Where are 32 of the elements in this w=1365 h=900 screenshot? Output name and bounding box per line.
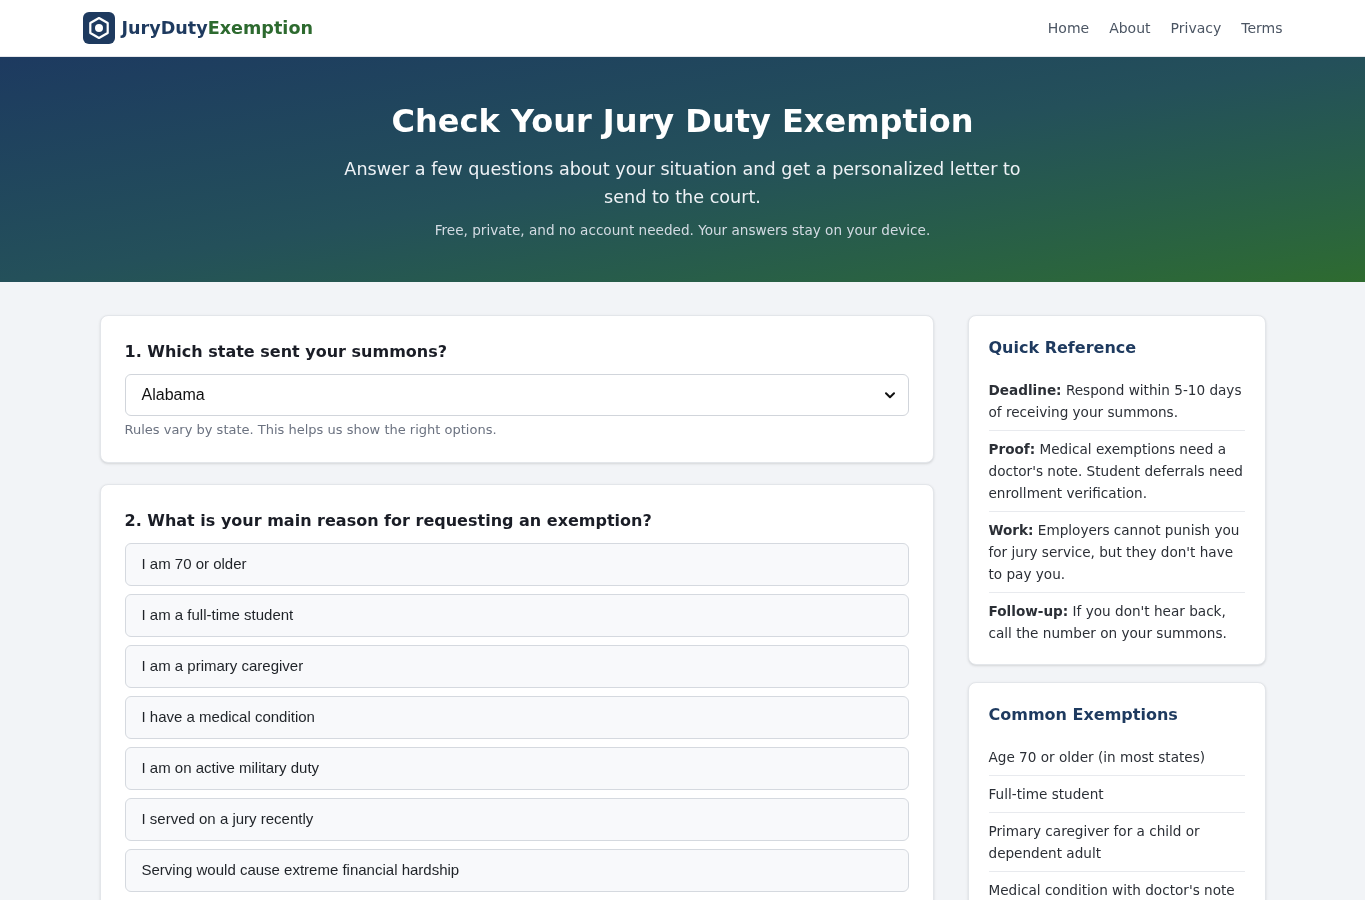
sidebar-card-title: Quick Reference — [988, 337, 1138, 359]
state-select[interactable]: Alabama — [124, 374, 909, 416]
answer-option[interactable]: I am 70 or older — [124, 543, 909, 586]
reference-text: Age 70 or older (in most states) — [988, 748, 1207, 767]
chevron-down-icon — [884, 391, 895, 399]
reference-text: Primary caregiver for a child or dependent adult — [988, 822, 1201, 863]
reference-text: Deadline: Respond within 5-10 days of receiving your summons. — [988, 381, 1243, 422]
hero-subtitle: Answer a few questions about your situation and get a personalized letter to send to the court. — [343, 158, 1022, 209]
sidebar-card-title: Common Exemptions — [988, 704, 1179, 726]
reference-text: Work: Employers cannot punish you for jury service, but they don't have to pay you. — [988, 521, 1241, 584]
answer-option[interactable]: I am a primary caregiver — [124, 645, 909, 688]
nav-link[interactable]: Privacy — [1170, 17, 1222, 39]
question-title: 1. Which state sent your summons? — [124, 341, 448, 363]
nav-link[interactable]: About — [1109, 17, 1151, 39]
reference-text: Proof: Medical exemptions need a doctor's note. Student deferrals need enrollment verification. — [988, 440, 1244, 503]
answer-option[interactable]: I am on active military duty — [124, 747, 909, 790]
brand-name: JuryDutyExemption — [121, 17, 313, 40]
reference-text: Follow-up: If you don't hear back, call the number on your summons. — [988, 602, 1228, 643]
brand-link[interactable]: JuryDutyExemption — [82, 12, 313, 44]
answer-option[interactable]: I served on a jury recently — [124, 798, 909, 841]
logo-icon — [82, 12, 115, 44]
hint-text: Rules vary by state. This helps us show the right options. — [124, 421, 498, 439]
answer-option[interactable]: I am a full-time student — [124, 594, 909, 637]
answer-option[interactable]: I have a medical condition — [124, 696, 909, 739]
nav-link[interactable]: Terms — [1241, 17, 1283, 39]
question-title: 2. What is your main reason for requesting an exemption? — [124, 510, 653, 532]
reference-text: Full-time student — [988, 785, 1105, 804]
reference-text: Medical condition with doctor's note — [988, 881, 1236, 900]
nav-link[interactable]: Home — [1047, 17, 1090, 39]
hero-title: Check Your Jury Duty Exemption — [391, 101, 974, 141]
hero-note: Free, private, and no account needed. Your answers stay on your device. — [434, 221, 931, 240]
answer-option[interactable]: Serving would cause extreme financial hardship — [124, 849, 909, 892]
